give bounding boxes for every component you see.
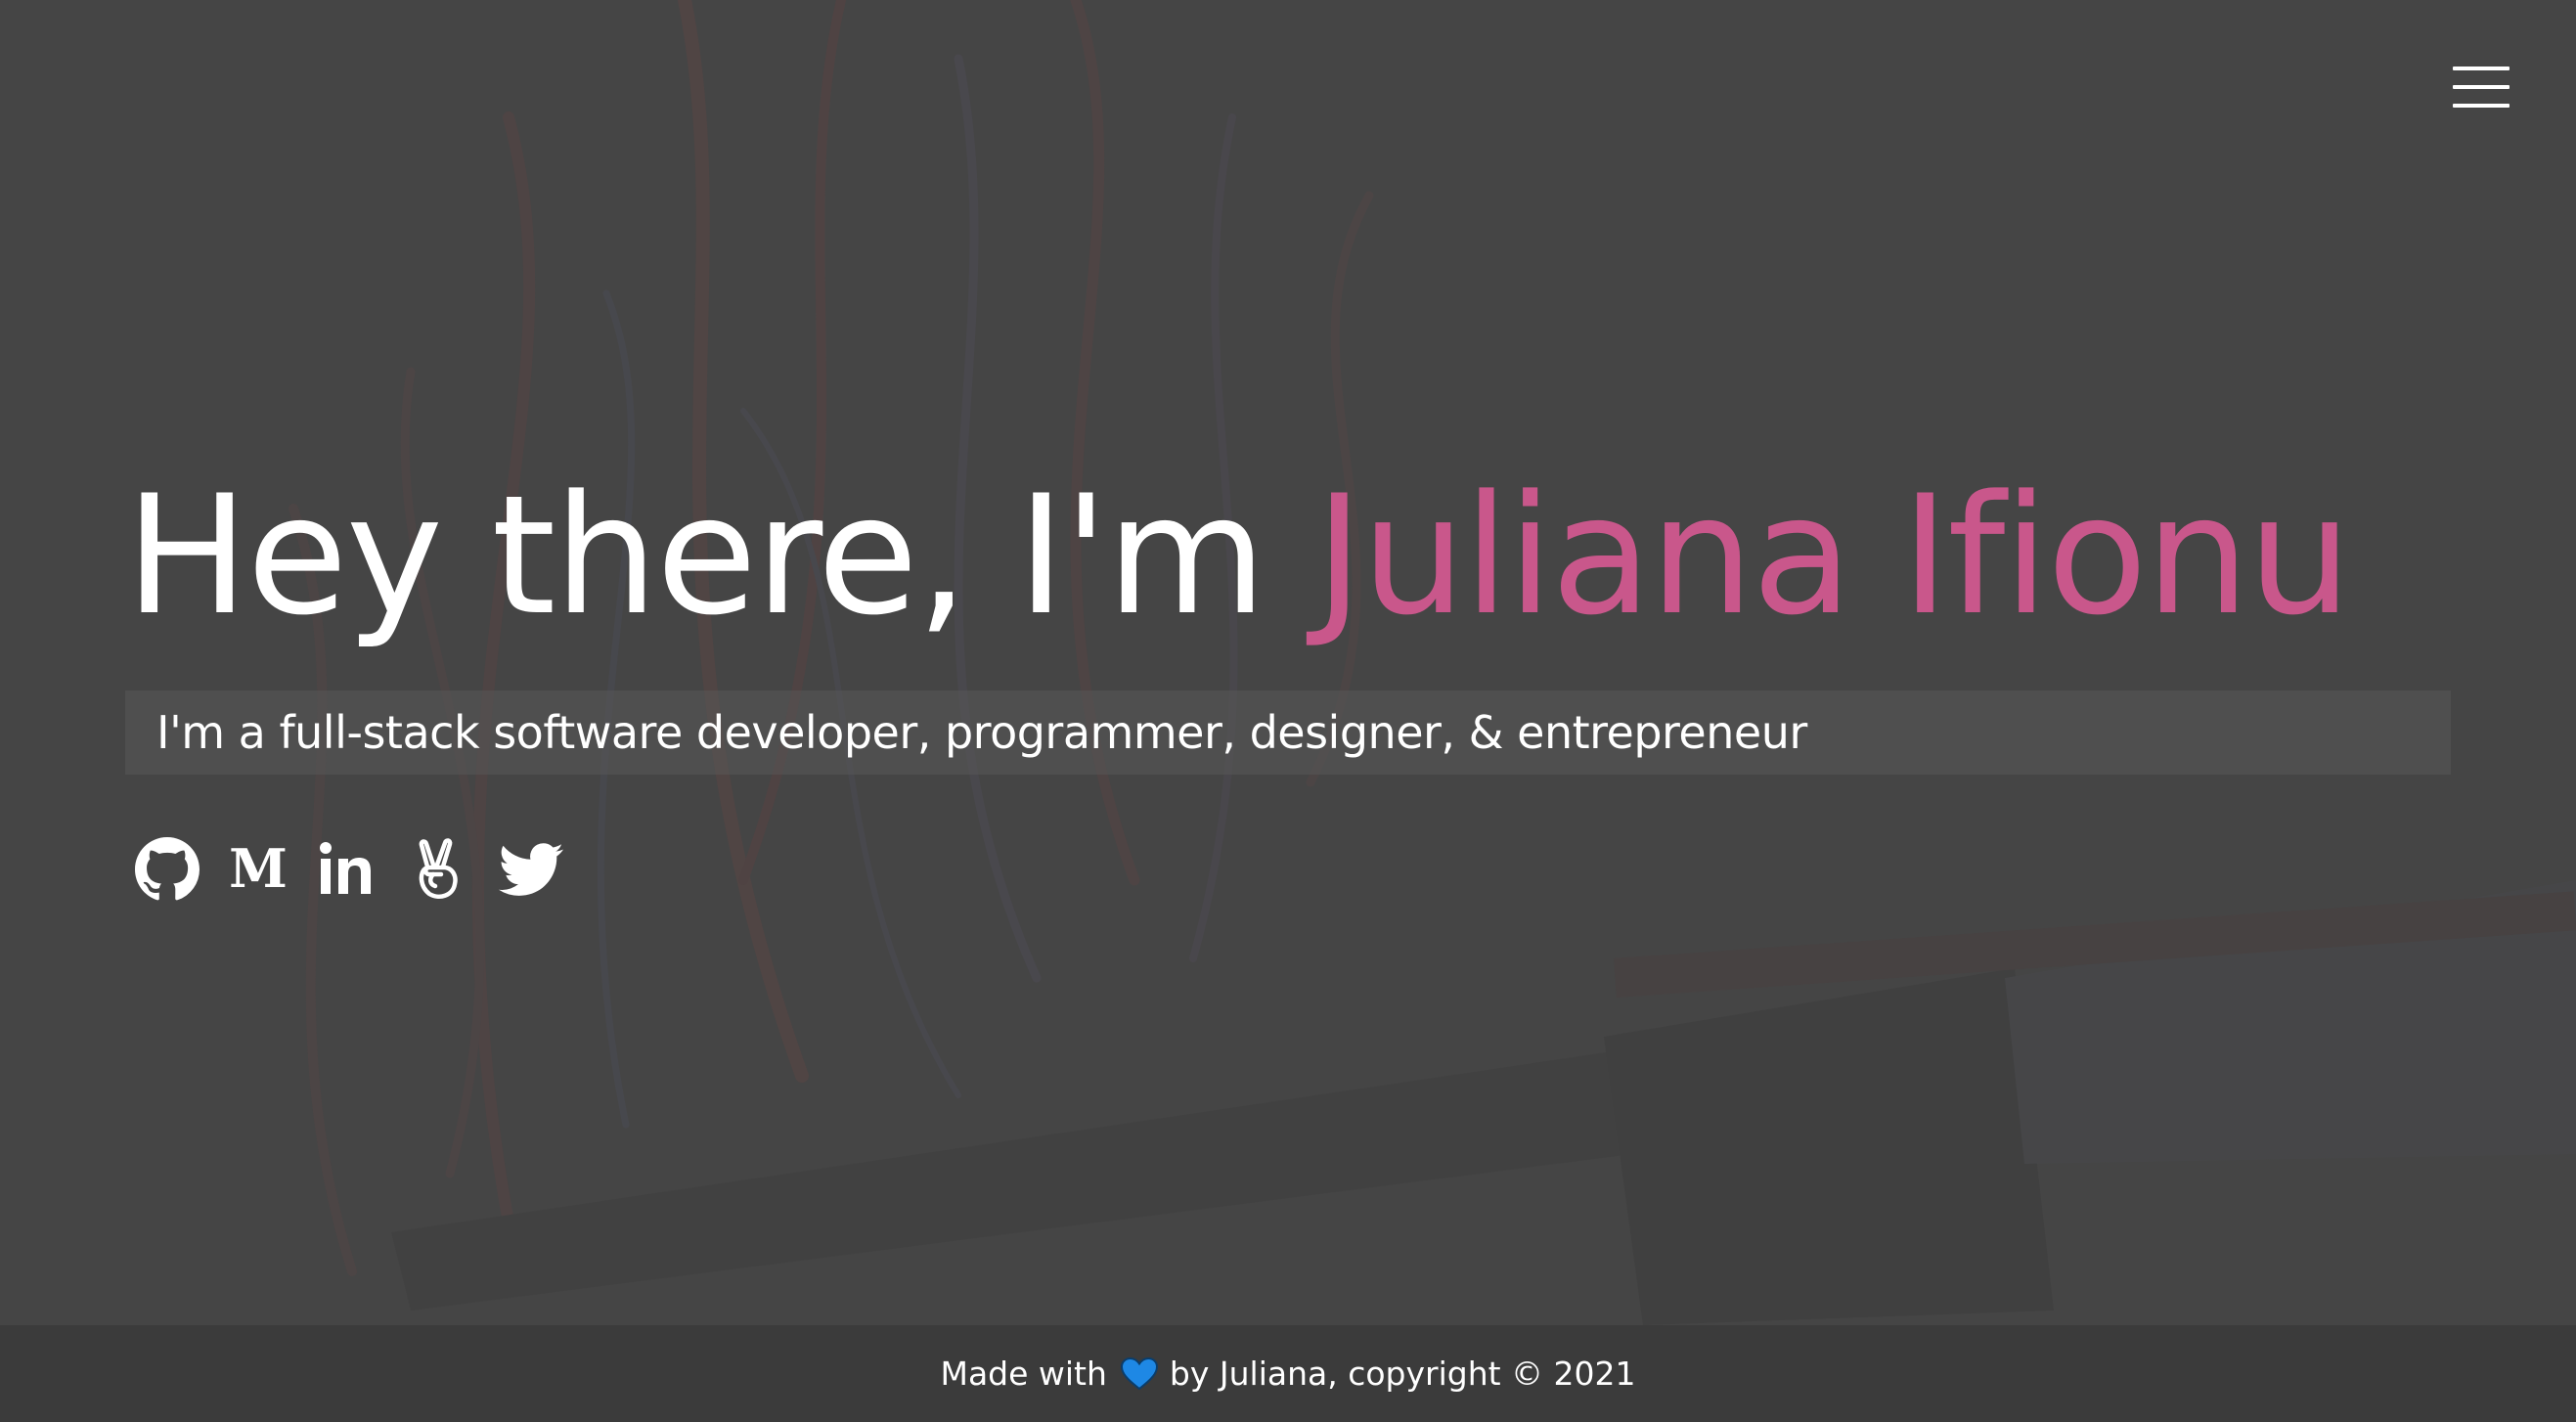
angellist-icon [419,838,458,899]
menu-bar [2453,85,2509,89]
subtitle-banner: I'm a full-stack software developer, pro… [125,690,2451,775]
blue-heart-icon [1120,1356,1158,1391]
hero-name: Juliana Ifionu [1314,460,2352,651]
hero-subtitle: I'm a full-stack software developer, pro… [156,706,1807,759]
twitter-icon [499,843,563,896]
linkedin-link[interactable] [317,837,381,902]
background-image [289,0,2576,1325]
github-link[interactable] [135,837,200,902]
footer: Made with by Juliana, copyright © 2021 [0,1325,2576,1422]
footer-copyright: by Juliana, copyright © 2021 [1169,1355,1636,1393]
linkedin-icon [320,842,371,894]
hero-heading: Hey there, I'm Juliana Ifionu [125,458,2352,653]
medium-icon: M [229,837,288,900]
medium-link[interactable]: M [226,837,290,902]
github-icon [135,837,200,901]
svg-text:M: M [229,837,288,900]
hamburger-menu-button[interactable] [2453,67,2509,108]
twitter-link[interactable] [499,837,563,902]
angellist-link[interactable] [408,837,472,902]
menu-bar [2453,104,2509,108]
landing-page: Hey there, I'm Juliana Ifionu I'm a full… [0,0,2576,1422]
menu-bar [2453,67,2509,70]
hero-greeting: Hey there, I'm [125,460,1315,651]
footer-made-with: Made with [940,1355,1107,1393]
social-links: M [135,837,590,902]
